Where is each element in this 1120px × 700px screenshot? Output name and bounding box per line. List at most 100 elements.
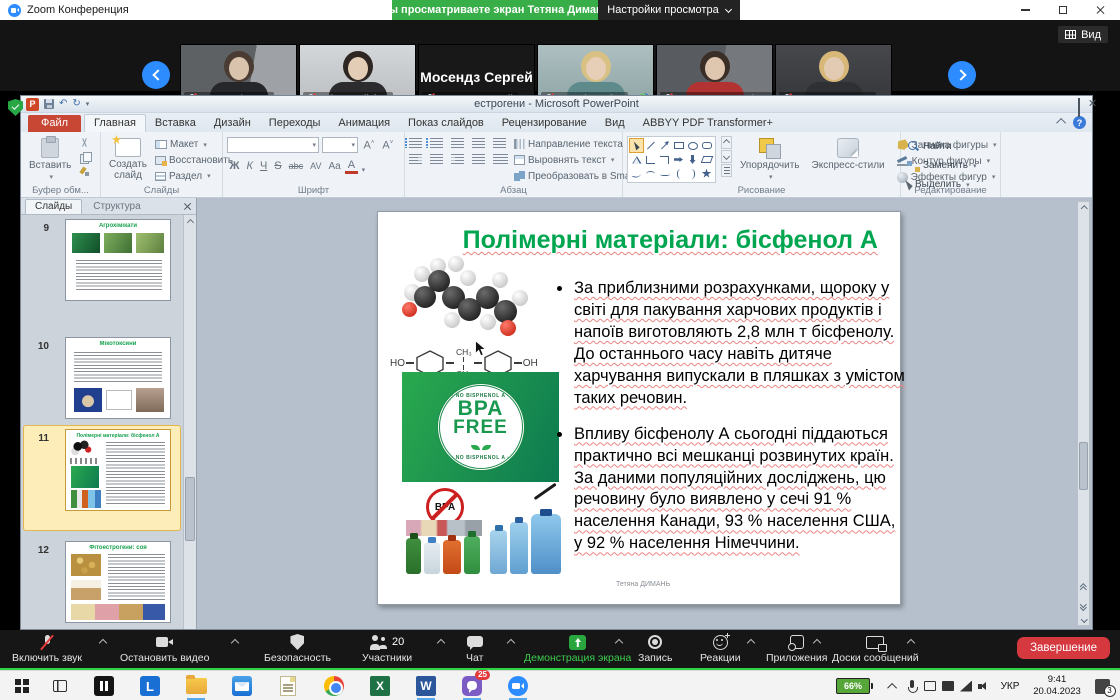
qat-dropdown-button[interactable]: ▾ bbox=[86, 100, 90, 108]
participants-options-chevron[interactable] bbox=[437, 639, 445, 647]
bullets-button[interactable] bbox=[409, 138, 422, 148]
reset-button[interactable]: Восстановить bbox=[155, 154, 233, 168]
view-settings-button[interactable]: Настройки просмотра bbox=[598, 0, 740, 20]
mute-button[interactable]: Включить звук bbox=[12, 634, 82, 664]
redo-button[interactable]: ↻ bbox=[72, 99, 80, 109]
share-screen-button[interactable]: Демонстрация экрана bbox=[524, 634, 631, 664]
shape-oval[interactable] bbox=[686, 139, 699, 152]
shapes-gallery-scroll[interactable] bbox=[721, 136, 732, 177]
view-button[interactable]: Вид bbox=[1058, 26, 1108, 43]
justify-button[interactable] bbox=[472, 154, 485, 164]
shape-wave[interactable] bbox=[658, 167, 671, 180]
shapes-gallery[interactable] bbox=[627, 136, 716, 183]
scroll-right-button[interactable] bbox=[948, 61, 976, 89]
whiteboards-button[interactable]: Доски сообщений bbox=[832, 634, 919, 664]
tab-view[interactable]: Вид bbox=[596, 115, 634, 132]
ppt-restore-button[interactable] bbox=[1078, 99, 1080, 117]
main-scrollbar[interactable] bbox=[1077, 201, 1090, 626]
panel-scrollbar[interactable] bbox=[183, 215, 196, 629]
find-button[interactable]: Найти bbox=[907, 139, 996, 154]
align-right-button[interactable] bbox=[451, 154, 464, 164]
close-button[interactable] bbox=[1082, 0, 1120, 20]
font-size-combo[interactable]: ▾ bbox=[322, 137, 358, 153]
quick-styles-button[interactable]: Экспресс-стили bbox=[808, 136, 889, 183]
change-case-button[interactable]: Aa bbox=[326, 159, 343, 174]
participants-button[interactable]: 20 Участники bbox=[362, 634, 412, 664]
slide-thumbnail-10[interactable]: Мікотоксини bbox=[65, 337, 171, 419]
shape-line[interactable] bbox=[644, 139, 657, 152]
shape-block-arrow-down[interactable] bbox=[686, 153, 699, 166]
taskbar-excel[interactable]: X bbox=[368, 675, 392, 697]
stop-video-button[interactable]: Остановить видео bbox=[120, 634, 209, 664]
taskbar-zoom[interactable] bbox=[506, 675, 530, 697]
shape-curve[interactable] bbox=[644, 167, 657, 180]
tab-animations[interactable]: Анимация bbox=[329, 115, 399, 132]
tab-design[interactable]: Дизайн bbox=[205, 115, 260, 132]
columns-button[interactable] bbox=[493, 154, 508, 164]
undo-button[interactable]: ↶ bbox=[59, 99, 67, 109]
increase-indent-button[interactable] bbox=[472, 138, 485, 148]
reactions-button[interactable]: Реакции bbox=[700, 634, 741, 664]
taskbar-chrome[interactable] bbox=[322, 675, 346, 697]
minimize-button[interactable] bbox=[1006, 0, 1044, 20]
chat-button[interactable]: Чат bbox=[466, 634, 483, 664]
panel-tab-slides[interactable]: Слайды bbox=[25, 199, 82, 214]
tray-app-icon[interactable] bbox=[922, 671, 938, 700]
font-color-button[interactable]: A bbox=[345, 160, 357, 174]
shape-elbow-arrow[interactable] bbox=[658, 153, 671, 166]
shape-parallelogram[interactable] bbox=[700, 153, 713, 166]
previous-slide-button[interactable] bbox=[1081, 584, 1086, 591]
paste-button[interactable]: Вставить ▾ bbox=[25, 136, 75, 183]
slide-thumbnail-9[interactable]: Агрохімікати bbox=[65, 219, 171, 301]
tab-review[interactable]: Рецензирование bbox=[493, 115, 596, 132]
format-painter-button[interactable] bbox=[79, 166, 92, 177]
numbering-button[interactable] bbox=[430, 138, 443, 148]
taskbar-viber[interactable]: 25 bbox=[460, 675, 484, 697]
shape-rounded-rect[interactable] bbox=[700, 139, 713, 152]
clock[interactable]: 9:41 20.04.2023 bbox=[1028, 671, 1086, 700]
replace-button[interactable]: Заменить▾ bbox=[907, 158, 996, 173]
taskbar-word[interactable]: W bbox=[414, 675, 438, 697]
tray-mic-icon[interactable] bbox=[904, 671, 920, 700]
tab-slideshow[interactable]: Показ слайдов bbox=[399, 115, 493, 132]
mute-options-chevron[interactable] bbox=[99, 639, 107, 647]
tab-transitions[interactable]: Переходы bbox=[260, 115, 330, 132]
taskbar-file-explorer[interactable] bbox=[184, 675, 208, 697]
line-spacing-button[interactable] bbox=[493, 138, 506, 148]
scroll-left-button[interactable] bbox=[142, 61, 170, 89]
taskbar-app-l[interactable]: L bbox=[138, 675, 162, 697]
main-scrollbar-thumb[interactable] bbox=[1079, 442, 1088, 490]
arrange-button[interactable]: Упорядочить ▾ bbox=[736, 136, 804, 183]
bold-button[interactable]: Ж bbox=[227, 159, 242, 174]
shape-select[interactable] bbox=[630, 139, 643, 152]
network-icon[interactable] bbox=[958, 671, 974, 700]
cut-button[interactable] bbox=[79, 138, 92, 149]
tab-home[interactable]: Главная bbox=[84, 114, 146, 132]
start-button[interactable] bbox=[10, 675, 34, 697]
panel-close-button[interactable] bbox=[183, 202, 192, 211]
minimize-ribbon-button[interactable] bbox=[1056, 118, 1066, 128]
maximize-button[interactable] bbox=[1044, 0, 1082, 20]
volume-icon[interactable] bbox=[976, 671, 992, 700]
slide-canvas[interactable]: Полімерні матеріали: бісфенол А bbox=[377, 211, 901, 605]
end-meeting-button[interactable]: Завершение bbox=[1017, 637, 1110, 659]
strikethrough-button[interactable]: abc bbox=[286, 159, 306, 174]
shape-block-arrow-right[interactable] bbox=[672, 153, 685, 166]
copy-button[interactable] bbox=[79, 152, 92, 163]
layout-button[interactable]: Макет▾ bbox=[155, 138, 233, 152]
char-spacing-button[interactable]: AV bbox=[308, 159, 324, 174]
underline-button[interactable]: Ч bbox=[257, 159, 269, 174]
help-button[interactable]: ? bbox=[1073, 116, 1086, 129]
gallery-down-button[interactable] bbox=[721, 150, 732, 163]
scroll-down-button[interactable] bbox=[1080, 615, 1088, 623]
shape-scribble[interactable] bbox=[630, 167, 643, 180]
shape-brace-left[interactable] bbox=[672, 167, 685, 180]
gallery-more-button[interactable] bbox=[721, 164, 732, 177]
italic-button[interactable]: К bbox=[244, 159, 255, 174]
tray-display-icon[interactable] bbox=[940, 671, 956, 700]
align-center-button[interactable] bbox=[430, 154, 443, 164]
record-button[interactable]: Запись bbox=[638, 634, 672, 664]
tab-abbyy[interactable]: ABBYY PDF Transformer+ bbox=[634, 115, 782, 132]
section-button[interactable]: Раздел▾ bbox=[155, 169, 233, 183]
shadow-button[interactable]: S bbox=[272, 159, 284, 174]
